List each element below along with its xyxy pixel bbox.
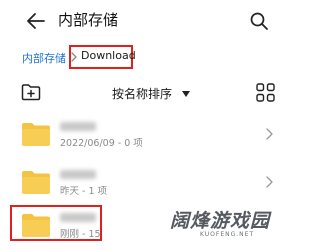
- item-meta: 2022/06/09 - 0 项: [60, 138, 143, 149]
- item-name-redacted: [60, 170, 96, 179]
- sort-button[interactable]: 按名称排序: [112, 83, 191, 103]
- search-icon[interactable]: [249, 11, 269, 31]
- list-item[interactable]: 昨天 - 1 项: [0, 162, 300, 208]
- breadcrumb-current[interactable]: Download: [81, 49, 136, 62]
- caret-down-icon: [182, 90, 191, 97]
- grid-view-icon[interactable]: [256, 83, 275, 102]
- chevron-right-icon: [266, 128, 273, 140]
- breadcrumb: 内部存储 Download: [0, 42, 300, 72]
- chevron-right-icon: [266, 176, 273, 188]
- toolbar: 按名称排序: [0, 78, 300, 108]
- item-name-redacted: [60, 122, 96, 131]
- breadcrumb-root[interactable]: 内部存储: [22, 50, 66, 66]
- watermark-subtext: KUOFENG.NET: [200, 231, 255, 238]
- sort-label: 按名称排序: [112, 87, 173, 101]
- chevron-right-icon: [71, 52, 77, 62]
- folder-icon: [22, 123, 50, 146]
- folder-plus-icon[interactable]: [21, 83, 41, 101]
- folder-icon: [22, 171, 50, 194]
- item-highlight: [10, 205, 102, 241]
- watermark-logo: 阔烽游戏园 KUOFENG.NET: [170, 206, 298, 244]
- item-meta: 昨天 - 1 项: [60, 186, 108, 197]
- list-item[interactable]: 2022/06/09 - 0 项: [0, 114, 300, 160]
- arrow-left-icon[interactable]: [26, 12, 46, 30]
- app-header: 内部存储: [0, 0, 300, 42]
- page-title: 内部存储: [58, 11, 119, 29]
- watermark-text: 阔烽游戏园: [170, 210, 271, 232]
